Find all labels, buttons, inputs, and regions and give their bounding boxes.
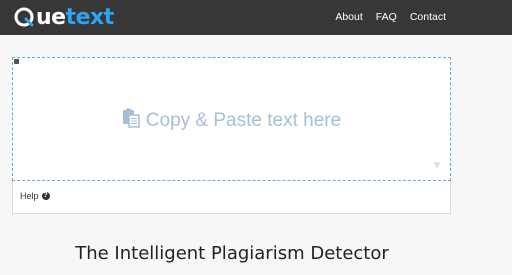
resize-handle-icon[interactable] xyxy=(433,156,441,174)
editor-placeholder: Copy & Paste text here xyxy=(13,108,450,134)
quetext-logo[interactable]: ue text xyxy=(13,4,114,30)
text-input-area[interactable]: Copy & Paste text here xyxy=(12,57,451,181)
logo-q-mark xyxy=(13,6,35,28)
editor-container: Copy & Paste text here Help ? xyxy=(12,57,451,214)
logo-text-text: text xyxy=(65,4,115,30)
help-link[interactable]: Help ? xyxy=(20,191,50,201)
question-icon: ? xyxy=(41,192,50,200)
top-navbar: ue text About FAQ Contact xyxy=(0,0,512,35)
help-label: Help xyxy=(20,191,39,201)
clipboard-icon xyxy=(122,108,140,134)
nav-faq[interactable]: FAQ xyxy=(376,11,397,23)
nav-links: About FAQ Contact xyxy=(335,11,446,23)
nav-about[interactable]: About xyxy=(335,11,362,23)
nav-contact[interactable]: Contact xyxy=(410,11,446,23)
editor-corner-marker xyxy=(14,59,19,64)
placeholder-text: Copy & Paste text here xyxy=(145,110,342,131)
hero-title: The Intelligent Plagiarism Detector xyxy=(75,243,389,264)
logo-text-ue: ue xyxy=(36,4,66,30)
